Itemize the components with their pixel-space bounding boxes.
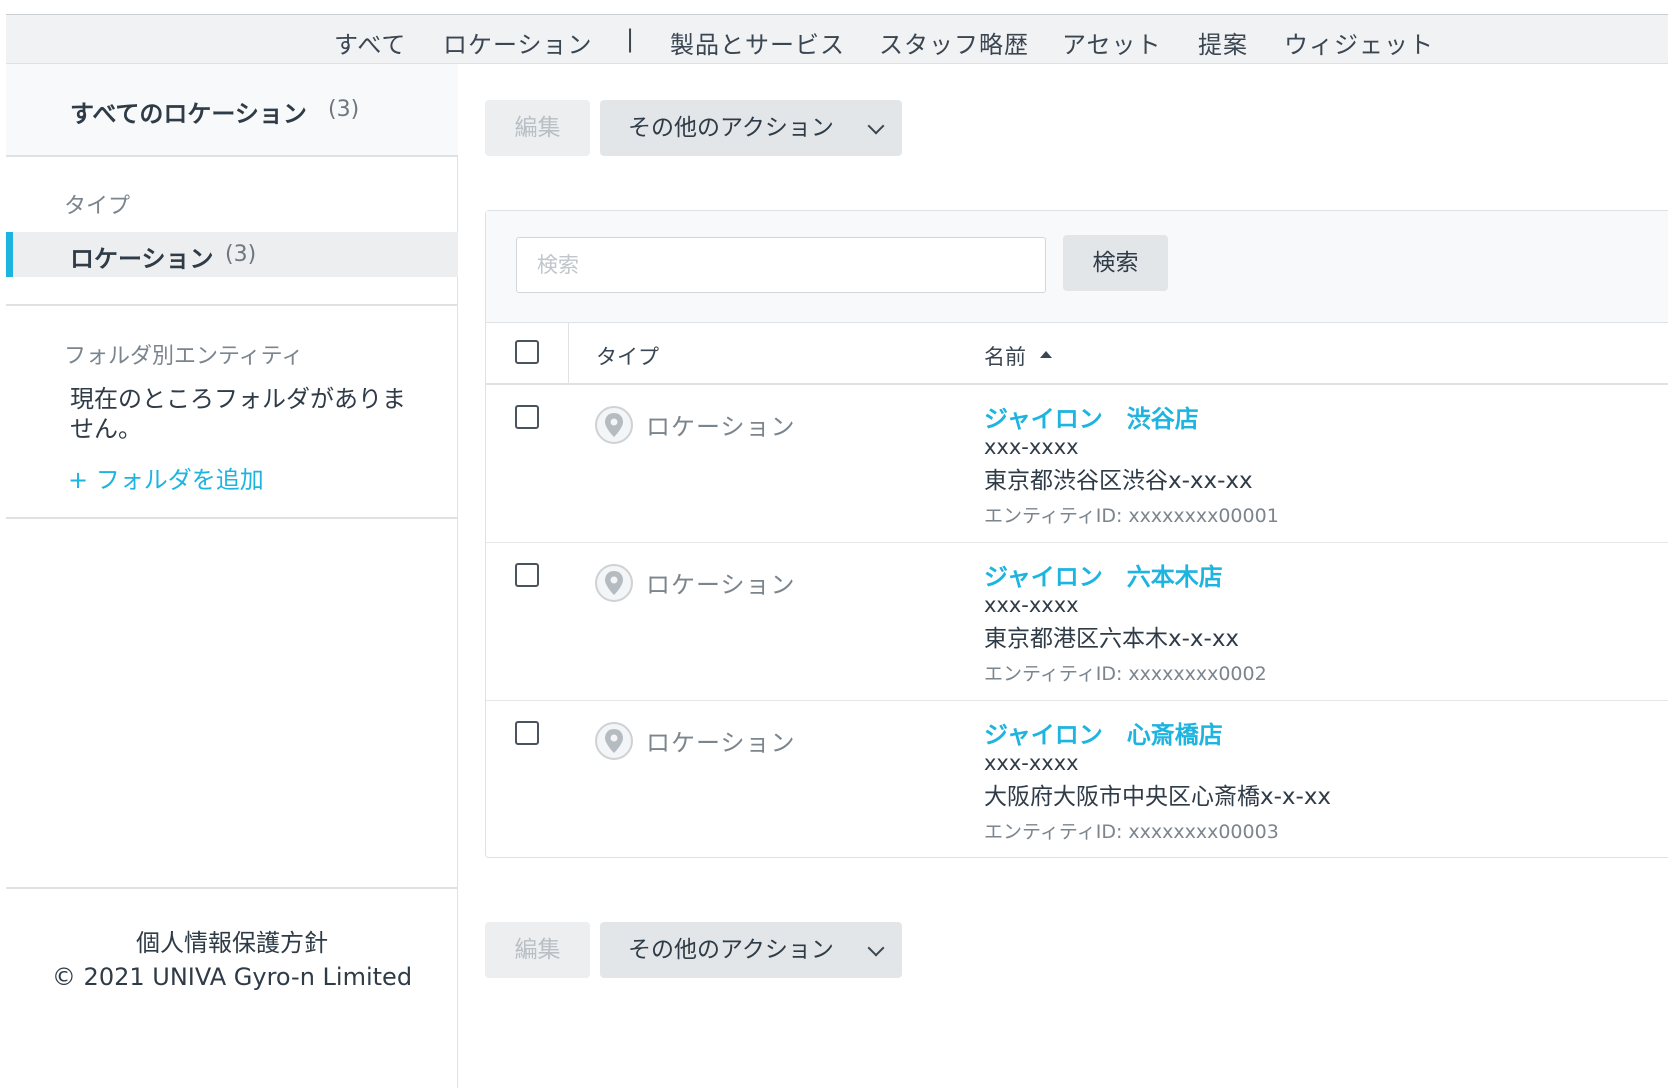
- sidebar-all-locations[interactable]: すべてのロケーション (3): [6, 64, 458, 157]
- privacy-policy-link[interactable]: 個人情報保護方針: [6, 926, 458, 960]
- location-zip: xxx-xxxx: [984, 435, 1079, 459]
- location-address: 東京都渋谷区渋谷x-xx-xx: [984, 468, 1253, 494]
- location-address: 東京都港区六本木x-x-xx: [984, 626, 1240, 652]
- sidebar-divider: [6, 517, 458, 519]
- table-row[interactable]: ロケーション ジャイロン 六本木店 xxx-xxxx 東京都港区六本木x-x-x…: [486, 543, 1668, 701]
- nav-tab-all[interactable]: すべて: [334, 25, 406, 60]
- edit-button[interactable]: 編集: [485, 100, 590, 156]
- search-input[interactable]: [516, 237, 1046, 293]
- location-pin-icon: [595, 406, 633, 444]
- table-row[interactable]: ロケーション ジャイロン 心斎橋店 xxx-xxxx 大阪府大阪市中央区心斎橋x…: [486, 701, 1668, 859]
- column-separator: [568, 323, 569, 385]
- row-checkbox[interactable]: [515, 563, 539, 587]
- location-zip: xxx-xxxx: [984, 593, 1079, 617]
- entity-id: エンティティID: xxxxxxxx00003: [984, 821, 1279, 843]
- nav-tab-locations[interactable]: ロケーション: [443, 25, 593, 60]
- row-checkbox[interactable]: [515, 721, 539, 745]
- sort-ascending-icon: [1040, 351, 1052, 358]
- no-folder-message: 現在のところフォルダがありません。: [70, 385, 406, 443]
- location-pin-icon: [595, 564, 633, 602]
- location-address: 大阪府大阪市中央区心斎橋x-x-xx: [984, 784, 1332, 810]
- nav-tab-staff-bios[interactable]: スタッフ略歴: [879, 25, 1029, 60]
- location-name-link[interactable]: ジャイロン 心斎橋店: [984, 715, 1223, 750]
- column-header-type[interactable]: タイプ: [596, 341, 659, 371]
- location-zip: xxx-xxxx: [984, 751, 1079, 775]
- edit-button-bottom[interactable]: 編集: [485, 922, 590, 978]
- table-header: タイプ 名前: [486, 323, 1668, 385]
- search-button[interactable]: 検索: [1063, 235, 1168, 291]
- sidebar-item-locations[interactable]: ロケーション (3): [6, 232, 458, 277]
- row-type: ロケーション: [646, 413, 796, 441]
- location-name-link[interactable]: ジャイロン 六本木店: [984, 557, 1223, 592]
- sidebar-footer: 個人情報保護方針 © 2021 UNIVA Gyro-n Limited: [6, 926, 458, 994]
- sidebar-item-label: ロケーション: [70, 245, 214, 273]
- sidebar-all-locations-count: (3): [328, 97, 360, 122]
- top-nav: すべて ロケーション | 製品とサービス スタッフ略歴 アセット 提案 ウィジェ…: [6, 14, 1668, 64]
- sidebar-all-locations-label: すべてのロケーション: [70, 100, 307, 128]
- row-type: ロケーション: [646, 729, 796, 757]
- location-name-link[interactable]: ジャイロン 渋谷店: [984, 399, 1199, 434]
- copyright-text: © 2021 UNIVA Gyro-n Limited: [51, 963, 413, 991]
- table-body: ロケーション ジャイロン 渋谷店 xxx-xxxx 東京都渋谷区渋谷x-xx-x…: [486, 385, 1668, 859]
- row-type: ロケーション: [646, 571, 796, 599]
- chevron-down-icon: [867, 117, 885, 135]
- entity-id: エンティティID: xxxxxxxx00001: [984, 505, 1279, 527]
- row-checkbox[interactable]: [515, 405, 539, 429]
- column-header-name[interactable]: 名前: [984, 341, 1026, 371]
- more-actions-label: その他のアクション: [628, 937, 834, 963]
- more-actions-label: その他のアクション: [628, 115, 834, 141]
- nav-tab-proposals[interactable]: 提案: [1198, 25, 1248, 60]
- sidebar-folder-heading: フォルダ別エンティティ: [64, 344, 304, 369]
- search-bar: 検索: [486, 211, 1668, 323]
- entity-id: エンティティID: xxxxxxxx0002: [984, 663, 1267, 685]
- sidebar-type-heading: タイプ: [64, 194, 131, 219]
- more-actions-button[interactable]: その他のアクション: [600, 100, 902, 156]
- active-indicator: [6, 232, 13, 277]
- select-all-checkbox[interactable]: [515, 340, 539, 364]
- table-row[interactable]: ロケーション ジャイロン 渋谷店 xxx-xxxx 東京都渋谷区渋谷x-xx-x…: [486, 385, 1668, 543]
- nav-tab-widgets[interactable]: ウィジェット: [1284, 25, 1434, 60]
- location-pin-icon: [595, 722, 633, 760]
- sidebar-divider: [6, 887, 458, 889]
- sidebar-divider: [6, 304, 458, 306]
- add-folder-link[interactable]: + フォルダを追加: [68, 460, 264, 495]
- chevron-down-icon: [867, 939, 885, 957]
- sidebar: すべてのロケーション (3) タイプ ロケーション (3) フォルダ別エンティテ…: [6, 64, 458, 1088]
- more-actions-button-bottom[interactable]: その他のアクション: [600, 922, 902, 978]
- nav-tab-assets[interactable]: アセット: [1062, 25, 1162, 60]
- nav-separator: |: [626, 25, 636, 53]
- nav-tab-products-services[interactable]: 製品とサービス: [670, 25, 845, 60]
- locations-panel: 検索 タイプ 名前 ロケーション ジャイロン 渋谷店 xxx-xxxx 東京都渋…: [485, 210, 1668, 858]
- sidebar-item-count: (3): [225, 242, 257, 267]
